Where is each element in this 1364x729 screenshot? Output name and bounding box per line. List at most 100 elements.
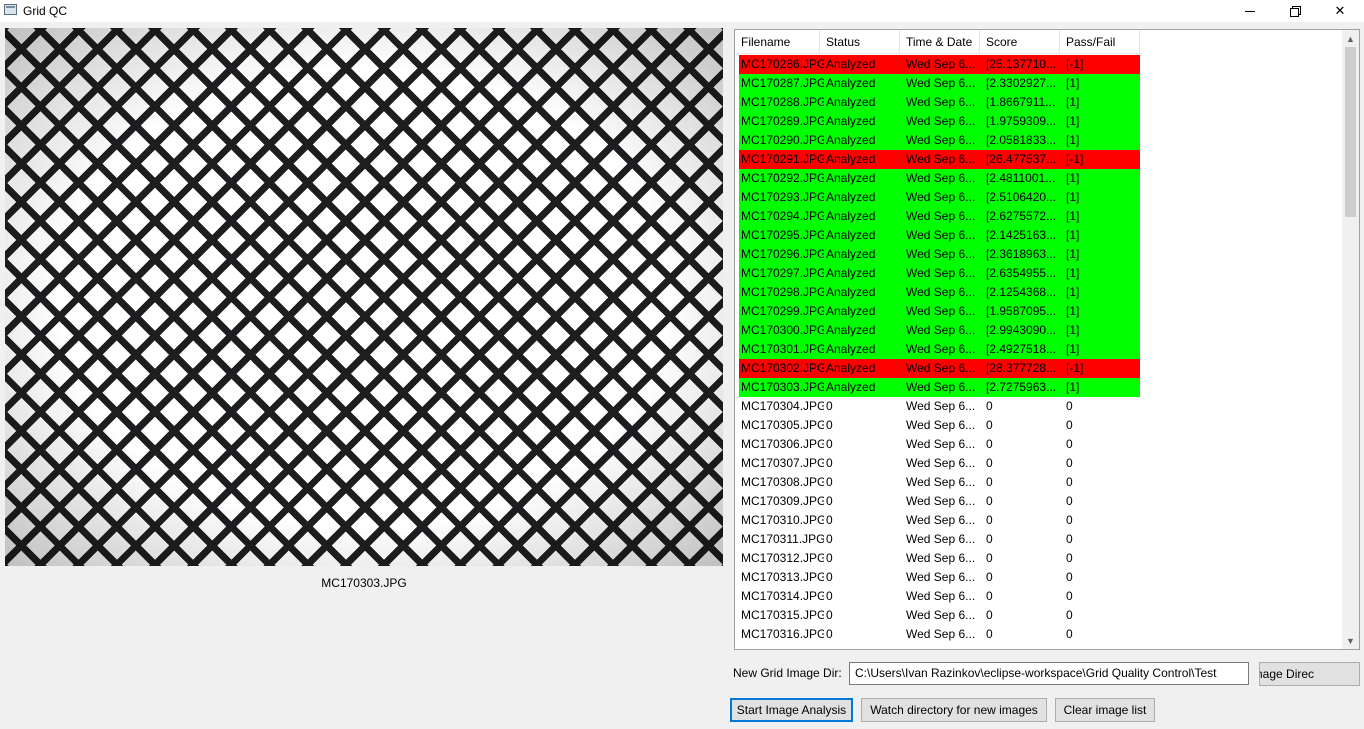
watch-directory-button[interactable]: Watch directory for new images <box>861 698 1047 722</box>
table-row[interactable]: MC170302.JPG Analyzed Wed Sep 6... [28.3777… <box>739 359 1140 378</box>
table-row[interactable]: MC170307.JPG 0 Wed Sep 6... 0 0 <box>739 454 1140 473</box>
cell-score: 0 <box>986 494 993 508</box>
table-row[interactable]: MC170288.JPG Analyzed Wed Sep 6... [1.86679… <box>739 93 1140 112</box>
cell-score: [2.4811001... <box>986 171 1056 185</box>
cell-filename: MC170315.JPG <box>741 608 824 622</box>
cell-time-date: Wed Sep 6... <box>906 494 976 508</box>
cell-pass-fail: [1] <box>1066 342 1080 356</box>
cell-score: [2.4927518... <box>986 342 1057 356</box>
table-row[interactable]: MC170313.JPG 0 Wed Sep 6... 0 0 <box>739 568 1140 587</box>
table-row[interactable]: MC170314.JPG 0 Wed Sep 6... 0 0 <box>739 587 1140 606</box>
cell-pass-fail: [1] <box>1066 285 1080 299</box>
table-row[interactable]: MC170308.JPG 0 Wed Sep 6... 0 0 <box>739 473 1140 492</box>
table-row[interactable]: MC170287.JPG Analyzed Wed Sep 6... [2.33029… <box>739 74 1140 93</box>
cell-time-date: Wed Sep 6... <box>906 627 976 641</box>
table-row[interactable]: MC170290.JPG Analyzed Wed Sep 6... [2.05818… <box>739 131 1140 150</box>
close-icon: ✕ <box>1334 3 1346 18</box>
cell-filename: MC170287.JPG <box>741 76 824 90</box>
table-row[interactable]: MC170289.JPG Analyzed Wed Sep 6... [1.97593… <box>739 112 1140 131</box>
vertical-scrollbar[interactable]: ▲ ▼ <box>1342 30 1359 649</box>
table-row[interactable]: MC170315.JPG 0 Wed Sep 6... 0 0 <box>739 606 1140 625</box>
scroll-up-icon[interactable]: ▲ <box>1342 30 1359 47</box>
cell-pass-fail: [1] <box>1066 114 1080 128</box>
cell-status: Analyzed <box>826 285 876 299</box>
cell-filename: MC170302.JPG <box>741 361 824 375</box>
scroll-down-icon[interactable]: ▼ <box>1342 632 1359 649</box>
cell-time-date: Wed Sep 6... <box>906 570 976 584</box>
table-row[interactable]: MC170295.JPG Analyzed Wed Sep 6... [2.14251… <box>739 226 1140 245</box>
choose-dir-button[interactable]: v Grid Image Direc <box>1259 662 1360 686</box>
header-status[interactable]: Status <box>820 30 900 54</box>
cell-filename: MC170299.JPG <box>741 304 824 318</box>
cell-status: 0 <box>826 418 833 432</box>
table-row[interactable]: MC170286.JPG Analyzed Wed Sep 6... [25.1377… <box>739 55 1140 74</box>
cell-pass-fail: 0 <box>1066 399 1073 413</box>
minimize-button[interactable] <box>1227 0 1273 22</box>
table-row[interactable]: MC170312.JPG 0 Wed Sep 6... 0 0 <box>739 549 1140 568</box>
dir-path-input[interactable]: C:\Users\Ivan Razinkov\eclipse-workspace… <box>849 662 1249 685</box>
table-row[interactable]: MC170298.JPG Analyzed Wed Sep 6... [2.12543… <box>739 283 1140 302</box>
cell-time-date: Wed Sep 6... <box>906 532 976 546</box>
start-analysis-button[interactable]: Start Image Analysis <box>730 698 853 722</box>
cell-time-date: Wed Sep 6... <box>906 190 976 204</box>
cell-filename: MC170308.JPG <box>741 475 824 489</box>
table-row[interactable]: MC170299.JPG Analyzed Wed Sep 6... [1.95870… <box>739 302 1140 321</box>
cell-pass-fail: 0 <box>1066 608 1073 622</box>
cell-status: Analyzed <box>826 361 876 375</box>
clear-list-button[interactable]: Clear image list <box>1055 698 1155 722</box>
cell-filename: MC170305.JPG <box>741 418 824 432</box>
cell-filename: MC170301.JPG <box>741 342 824 356</box>
results-table[interactable]: Filename Status Time & Date Score Pass/F… <box>734 29 1360 650</box>
table-row[interactable]: MC170300.JPG Analyzed Wed Sep 6... [2.99430… <box>739 321 1140 340</box>
cell-pass-fail: 0 <box>1066 418 1073 432</box>
header-pass-fail[interactable]: Pass/Fail <box>1060 30 1140 54</box>
cell-score: [25.137710... <box>986 57 1057 71</box>
cell-filename: MC170304.JPG <box>741 399 824 413</box>
cell-score: 0 <box>986 418 993 432</box>
header-filename[interactable]: Filename <box>735 30 820 54</box>
table-row[interactable]: MC170316.JPG 0 Wed Sep 6... 0 0 <box>739 625 1140 644</box>
cell-score: [2.1425163... <box>986 228 1057 242</box>
table-row[interactable]: MC170311.JPG 0 Wed Sep 6... 0 0 <box>739 530 1140 549</box>
cell-time-date: Wed Sep 6... <box>906 551 976 565</box>
cell-filename: MC170298.JPG <box>741 285 824 299</box>
table-row[interactable]: MC170301.JPG Analyzed Wed Sep 6... [2.49275… <box>739 340 1140 359</box>
cell-score: 0 <box>986 608 993 622</box>
cell-score: [1.9587095... <box>986 304 1057 318</box>
cell-status: Analyzed <box>826 380 876 394</box>
maximize-button[interactable] <box>1272 0 1318 22</box>
table-row[interactable]: MC170294.JPG Analyzed Wed Sep 6... [2.62755… <box>739 207 1140 226</box>
close-button[interactable]: ✕ <box>1317 0 1363 22</box>
grid-mesh-image <box>5 28 723 566</box>
cell-score: 0 <box>986 589 993 603</box>
cell-pass-fail: 0 <box>1066 532 1073 546</box>
table-row[interactable]: MC170309.JPG 0 Wed Sep 6... 0 0 <box>739 492 1140 511</box>
header-time-date[interactable]: Time & Date <box>900 30 980 54</box>
restore-icon <box>1290 6 1301 17</box>
scroll-thumb[interactable] <box>1345 47 1356 217</box>
grid-image-preview <box>5 28 723 566</box>
table-row[interactable]: MC170291.JPG Analyzed Wed Sep 6... [26.4775… <box>739 150 1140 169</box>
cell-pass-fail: [-1] <box>1066 57 1084 71</box>
table-row[interactable]: MC170310.JPG 0 Wed Sep 6... 0 0 <box>739 511 1140 530</box>
table-row[interactable]: MC170303.JPG Analyzed Wed Sep 6... [2.72759… <box>739 378 1140 397</box>
cell-time-date: Wed Sep 6... <box>906 380 976 394</box>
table-row[interactable]: MC170293.JPG Analyzed Wed Sep 6... [2.51064… <box>739 188 1140 207</box>
cell-filename: MC170289.JPG <box>741 114 824 128</box>
cell-filename: MC170316.JPG <box>741 627 824 641</box>
title-bar: Grid QC ✕ <box>0 0 1364 22</box>
table-row[interactable]: MC170292.JPG Analyzed Wed Sep 6... [2.48110… <box>739 169 1140 188</box>
header-score[interactable]: Score <box>980 30 1060 54</box>
cell-filename: MC170286.JPG <box>741 57 824 71</box>
cell-time-date: Wed Sep 6... <box>906 266 976 280</box>
table-row[interactable]: MC170296.JPG Analyzed Wed Sep 6... [2.36189… <box>739 245 1140 264</box>
cell-time-date: Wed Sep 6... <box>906 76 976 90</box>
cell-pass-fail: 0 <box>1066 589 1073 603</box>
table-row[interactable]: MC170306.JPG 0 Wed Sep 6... 0 0 <box>739 435 1140 454</box>
cell-pass-fail: 0 <box>1066 627 1073 641</box>
table-row[interactable]: MC170297.JPG Analyzed Wed Sep 6... [2.63549… <box>739 264 1140 283</box>
cell-pass-fail: [1] <box>1066 228 1080 242</box>
table-row[interactable]: MC170305.JPG 0 Wed Sep 6... 0 0 <box>739 416 1140 435</box>
cell-score: 0 <box>986 513 993 527</box>
table-row[interactable]: MC170304.JPG 0 Wed Sep 6... 0 0 <box>739 397 1140 416</box>
